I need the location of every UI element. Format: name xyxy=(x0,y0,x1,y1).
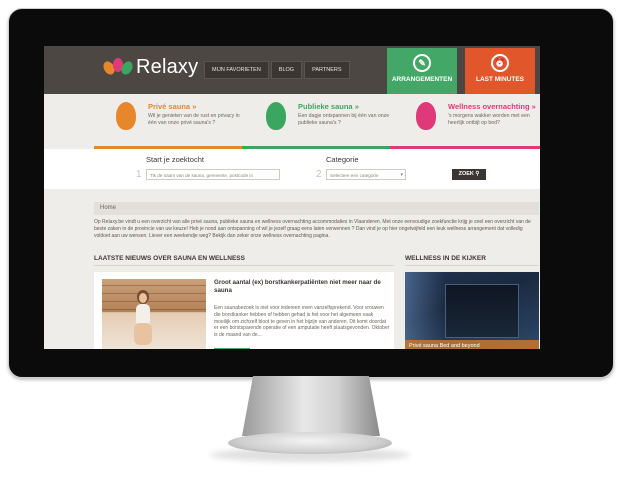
last-minutes-button[interactable]: ⏰ LAST MINUTES xyxy=(465,48,535,94)
news-section-title: LAATSTE NIEUWS OVER SAUNA EN WELLNESS xyxy=(94,255,245,262)
alarm-clock-icon: ⏰ xyxy=(491,54,509,72)
sauna-interior-image xyxy=(445,284,519,338)
zoek-label: ZOEK xyxy=(458,171,474,177)
chevron-down-icon: ▾ xyxy=(400,172,403,178)
search-placeholder: Tik de naam van de sauna, gemeente, post… xyxy=(150,173,254,178)
intro-text: Op Relaxy.be vindt u een overzicht van a… xyxy=(94,219,531,240)
kijker-caption: Privé sauna Bed and beyond xyxy=(405,340,539,349)
category-desc: 's morgens wakker worden met een heerlij… xyxy=(448,113,530,126)
zoek-button[interactable]: ZOEK ⚲ xyxy=(452,169,486,180)
monitor-stand-base xyxy=(228,432,392,454)
lotus-logo-icon xyxy=(101,57,135,78)
category-title: Wellness overnachting » xyxy=(448,102,536,111)
browser-viewport: Relaxy MIJN FAVORIETEN BLOG PARTNERS ✎ A… xyxy=(44,46,540,349)
site-header: Relaxy MIJN FAVORIETEN BLOG PARTNERS ✎ A… xyxy=(44,46,540,94)
search-bar: 1 Start je zoektocht Tik de naam van de … xyxy=(44,149,540,189)
monitor-stand-neck xyxy=(242,376,380,436)
site-logo[interactable]: Relaxy xyxy=(101,56,199,79)
divider xyxy=(94,265,394,266)
light-glow xyxy=(405,272,445,349)
prive-sauna-icon xyxy=(116,102,136,130)
category-strip: Privé sauna » Wil je genieten van de rus… xyxy=(44,94,540,149)
search-label: Start je zoektocht xyxy=(146,155,204,164)
brand-name: Relaxy xyxy=(136,56,199,78)
wellness-overnachting-icon xyxy=(416,102,436,130)
breadcrumb-home[interactable]: Home xyxy=(100,205,116,211)
kijker-card[interactable]: Privé sauna Bed and beyond xyxy=(405,272,539,349)
nav-partners[interactable]: PARTNERS xyxy=(304,61,350,79)
kijker-section-title: WELLNESS IN DE KIJKER xyxy=(405,255,486,262)
category-title: Publieke sauna » xyxy=(298,102,359,111)
breadcrumb: Home xyxy=(94,202,539,215)
arrangementen-label: ARRANGEMENTEN xyxy=(391,76,453,83)
top-nav: MIJN FAVORIETEN BLOG PARTNERS xyxy=(204,61,352,79)
category-select-value: Selecteer een categorie xyxy=(330,173,379,178)
category-select[interactable]: Selecteer een categorie ▾ xyxy=(326,169,406,180)
news-excerpt: Een saunabezoek is niet voor iedereen ev… xyxy=(214,305,390,339)
step-number: 2 xyxy=(316,169,322,180)
news-card: Groot aantal (ex) borstkankerpatiënten n… xyxy=(94,272,394,349)
search-input[interactable]: Tik de naam van de sauna, gemeente, post… xyxy=(146,169,280,180)
category-desc: Wil je genieten van de rust en privacy i… xyxy=(148,113,240,126)
woman-in-towel-image xyxy=(134,290,152,345)
read-more-button[interactable] xyxy=(214,348,250,349)
news-title[interactable]: Groot aantal (ex) borstkankerpatiënten n… xyxy=(214,279,394,295)
category-desc: Een dagje ontspannen bij één van onze pu… xyxy=(298,113,390,126)
category-title: Privé sauna » xyxy=(148,102,197,111)
news-photo[interactable] xyxy=(102,279,206,349)
arrangementen-button[interactable]: ✎ ARRANGEMENTEN xyxy=(387,48,457,94)
tag-icon: ✎ xyxy=(413,54,431,72)
step-number: 1 xyxy=(136,169,142,180)
category-label: Categorie xyxy=(326,155,359,164)
divider xyxy=(405,265,539,266)
nav-blog[interactable]: BLOG xyxy=(270,61,303,79)
nav-mijn-favorieten[interactable]: MIJN FAVORIETEN xyxy=(204,61,269,79)
publieke-sauna-icon xyxy=(266,102,286,130)
magnifier-icon: ⚲ xyxy=(475,171,480,177)
monitor-bezel: Relaxy MIJN FAVORIETEN BLOG PARTNERS ✎ A… xyxy=(8,8,614,378)
last-minutes-label: LAST MINUTES xyxy=(475,76,525,83)
